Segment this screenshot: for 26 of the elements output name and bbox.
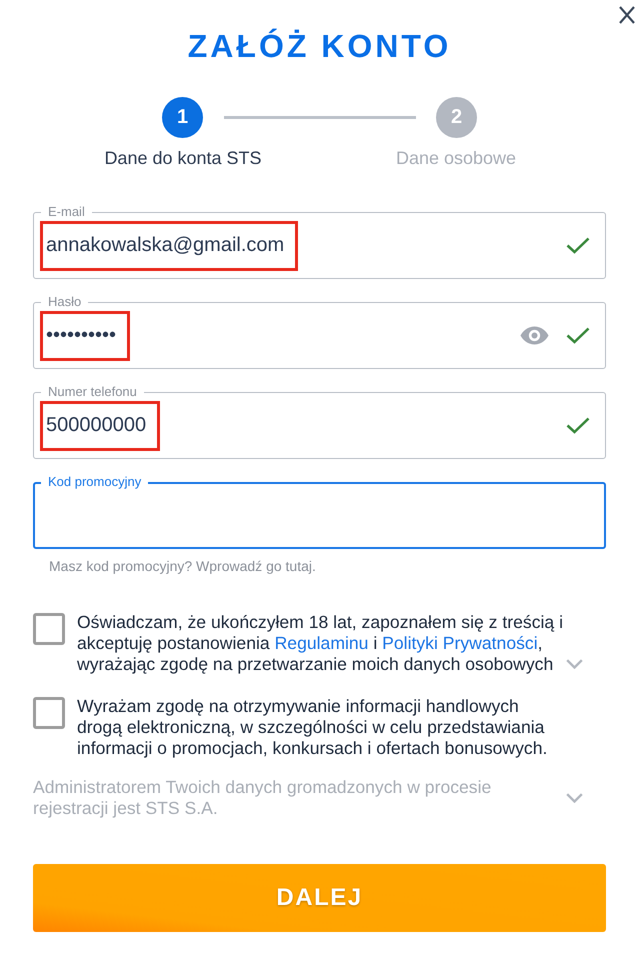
password-field[interactable]: Hasło •••••••••• — [33, 294, 606, 369]
close-button[interactable] — [619, 6, 635, 24]
consent-text: Wyrażam zgodę na otrzymywanie informacji handlowych drogą elektroniczną, w szczególności w celu przedstawiania informacji o promocjach, konkursach i ofertach bonusowych. — [77, 696, 548, 759]
page-title: ZAŁÓŻ KONTO — [188, 28, 452, 65]
step-number: 2 — [436, 97, 477, 138]
field-label: E-mail — [41, 204, 92, 219]
checkbox[interactable] — [33, 697, 65, 729]
field-label: Numer telefonu — [41, 384, 144, 399]
close-icon — [619, 6, 635, 24]
promo-code-field[interactable]: Kod promocyjny — [33, 474, 606, 549]
field-label: Kod promocyjny — [41, 474, 148, 489]
step-number: 1 — [162, 97, 203, 138]
link[interactable]: Polityki Prywatności — [382, 633, 538, 653]
eye-icon[interactable] — [520, 326, 549, 345]
checkbox[interactable] — [33, 613, 65, 645]
field-label: Hasło — [41, 294, 88, 309]
chevron-down-icon[interactable] — [566, 659, 583, 669]
consent-text: Oświadczam, że ukończyłem 18 lat, zapoznałem się z treścią i akceptuję postanowienia Regulaminu i Polityki Prywatności, wyrażając zgodę na przetwarzanie moich danych osobowych — [77, 612, 564, 675]
field-hint: Masz kod promocyjny? Wprowadź go tutaj. — [49, 558, 316, 575]
chevron-down-icon[interactable] — [566, 793, 583, 803]
email-field[interactable]: E-mail annakowalska@gmail.com — [33, 204, 606, 279]
phone-field[interactable]: Numer telefonu 500000000 — [33, 384, 606, 459]
step-label: Dane do konta STS — [104, 148, 262, 168]
privacy-notice: Administratorem Twoich danych gromadzonych w procesie rejestracji jest STS S.A. — [33, 777, 492, 819]
link[interactable]: Regulaminu — [274, 633, 368, 653]
step-label: Dane osobowe — [396, 148, 516, 168]
